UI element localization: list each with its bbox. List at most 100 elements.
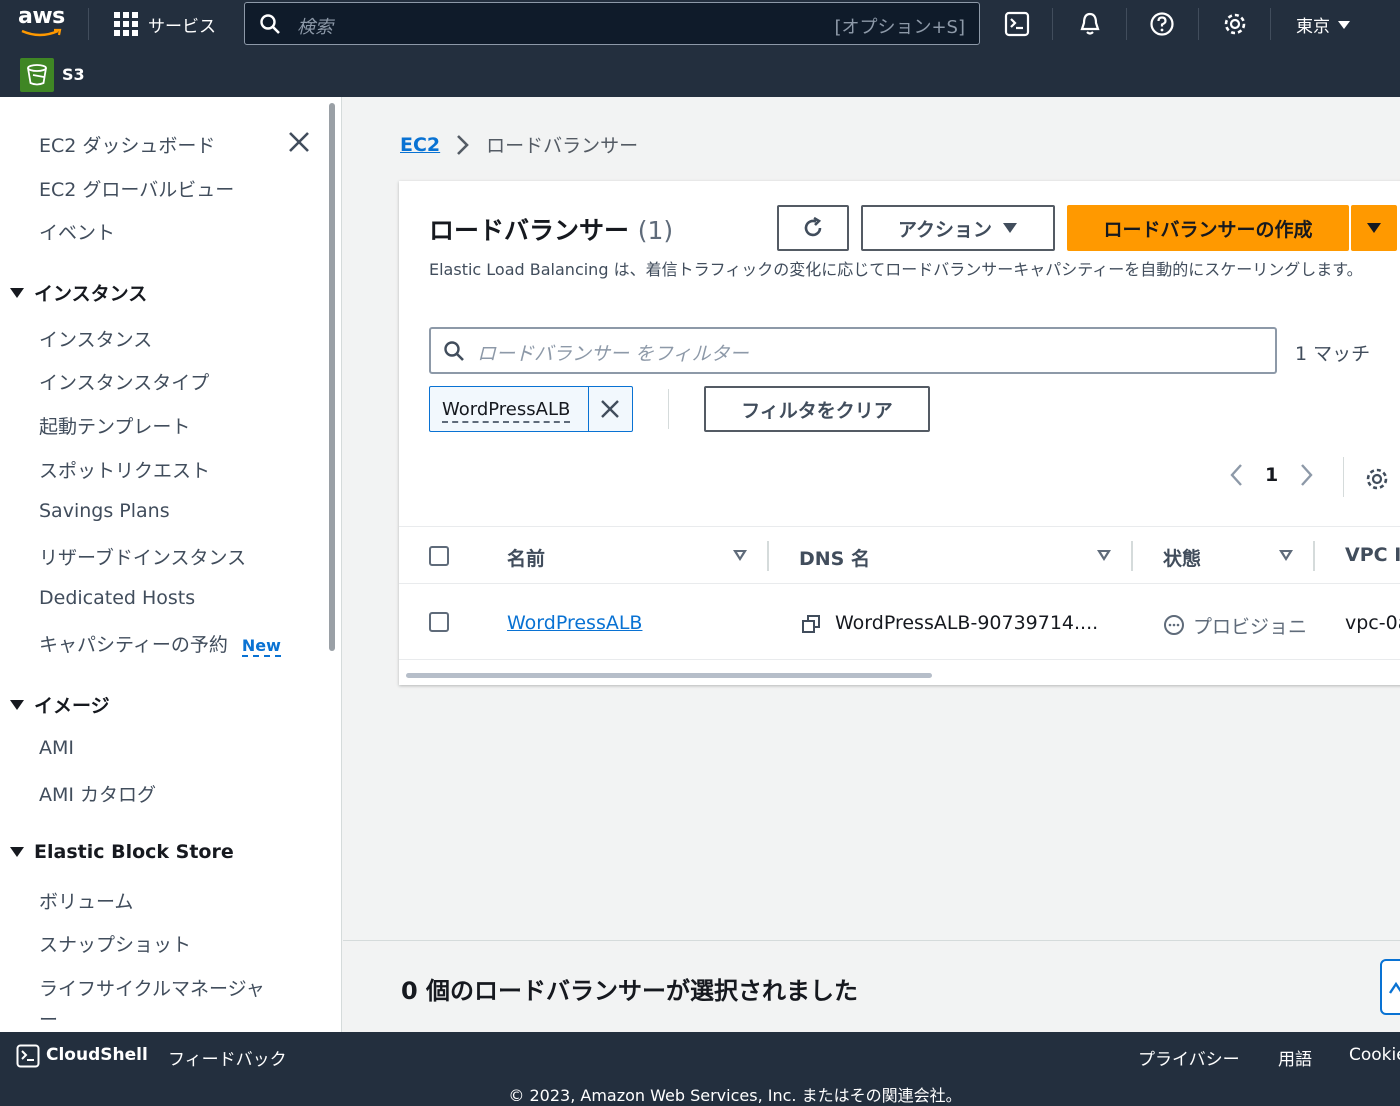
aws-logo[interactable]: aws — [18, 6, 66, 40]
pagination: 1 — [1229, 463, 1314, 487]
notifications-button[interactable] — [1076, 10, 1104, 38]
sidebar-item-spot-requests[interactable]: スポットリクエスト — [39, 456, 210, 483]
caret-down-icon — [10, 847, 24, 857]
top-navigation: aws サービス 検索 [オプション+S] 東京 S3 — [0, 0, 1400, 97]
favorites-bar: S3 — [0, 52, 1400, 96]
sidebar-section-instances[interactable]: インスタンス — [10, 279, 147, 306]
s3-favorite-label[interactable]: S3 — [62, 65, 85, 84]
cloudshell-icon — [1004, 11, 1030, 37]
sidebar-item-lifecycle-manager-wrap[interactable]: ー — [39, 1005, 58, 1032]
services-menu-button[interactable]: サービス — [114, 10, 216, 38]
footer-cookie-link[interactable]: Cookie — [1349, 1045, 1400, 1065]
sidebar-item-ami[interactable]: AMI — [39, 737, 74, 759]
table-row[interactable]: WordPressALB WordPressALB-90739714.... プ… — [399, 584, 1400, 660]
close-icon[interactable] — [598, 397, 622, 421]
caret-down-icon — [10, 287, 24, 298]
search-icon — [260, 14, 280, 34]
sidebar-item-events[interactable]: イベント — [39, 218, 115, 245]
copy-icon[interactable] — [801, 614, 821, 634]
pagination-divider — [1343, 457, 1344, 497]
nav-divider — [1126, 8, 1127, 40]
region-selector[interactable]: 東京 — [1296, 12, 1350, 37]
refresh-button[interactable] — [777, 205, 849, 251]
panel-description: Elastic Load Balancing は、着信トラフィックの変化に応じて… — [429, 260, 1363, 279]
sort-icon[interactable] — [733, 550, 747, 561]
sidebar-item-volumes[interactable]: ボリューム — [39, 887, 133, 914]
token-divider — [588, 387, 589, 431]
region-label: 東京 — [1296, 17, 1330, 37]
column-resizer[interactable] — [1131, 541, 1133, 571]
footer-privacy-link[interactable]: プライバシー — [1138, 1045, 1240, 1070]
select-all-checkbox[interactable] — [429, 546, 449, 566]
sort-icon[interactable] — [1097, 550, 1111, 561]
nav-divider — [1052, 8, 1053, 40]
dns-name-value: WordPressALB-90739714.... — [835, 612, 1099, 634]
horizontal-scrollbar[interactable] — [406, 673, 932, 678]
sort-icon[interactable] — [1279, 550, 1293, 561]
column-resizer[interactable] — [767, 541, 769, 571]
breadcrumb-current: ロードバランサー — [486, 135, 639, 157]
footer-terms-link[interactable]: 用語 — [1278, 1045, 1312, 1070]
panel-count: (1) — [637, 216, 674, 245]
load-balancer-name-link[interactable]: WordPressALB — [507, 612, 642, 634]
search-placeholder: 検索 — [297, 17, 333, 38]
column-header-dns[interactable]: DNS 名 — [799, 544, 870, 571]
panel-title: ロードバランサー (1) — [429, 211, 673, 247]
column-resizer[interactable] — [1313, 541, 1315, 571]
sidebar-section-label: イメージ — [34, 695, 110, 717]
chevron-left-icon[interactable] — [1229, 463, 1243, 487]
bell-icon — [1080, 12, 1100, 35]
current-page[interactable]: 1 — [1265, 464, 1278, 486]
sidebar-item-savings-plans[interactable]: Savings Plans — [39, 500, 170, 522]
create-options-dropdown[interactable] — [1351, 205, 1397, 251]
sidebar-item-reserved-instances[interactable]: リザーブドインスタンス — [39, 543, 246, 570]
top-nav-row: aws サービス 検索 [オプション+S] 東京 — [0, 0, 1400, 48]
token-group-divider — [668, 389, 669, 429]
split-panel-toggle-button[interactable] — [1380, 959, 1400, 1015]
sidebar-section-images[interactable]: イメージ — [10, 691, 110, 718]
chevron-right-icon[interactable] — [1300, 463, 1314, 487]
help-button[interactable] — [1148, 10, 1176, 38]
footer-feedback-link[interactable]: フィードバック — [168, 1045, 287, 1070]
global-search-input[interactable]: 検索 [オプション+S] — [244, 2, 980, 45]
filter-token-label[interactable]: WordPressALB — [442, 399, 571, 423]
sidebar-item-snapshots[interactable]: スナップショット — [39, 930, 191, 957]
nav-divider — [1198, 8, 1199, 40]
sidebar-scrollbar[interactable] — [329, 103, 335, 651]
sidebar-item-instances[interactable]: インスタンス — [39, 325, 152, 352]
cloudshell-button[interactable] — [1003, 10, 1031, 38]
create-load-balancer-button[interactable]: ロードバランサーの作成 — [1067, 205, 1349, 251]
s3-favorite-button[interactable] — [20, 58, 54, 92]
new-badge: New — [241, 636, 281, 657]
nav-divider — [88, 8, 89, 40]
sidebar-item-dedicated-hosts[interactable]: Dedicated Hosts — [39, 587, 195, 609]
footer-cloudshell-link[interactable]: CloudShell — [46, 1045, 148, 1065]
sidebar-item-ec2-global-view[interactable]: EC2 グローバルビュー — [39, 175, 234, 202]
sidebar-section-ebs[interactable]: Elastic Block Store — [10, 841, 234, 863]
clear-filter-button[interactable]: フィルタをクリア — [704, 386, 930, 432]
row-checkbox[interactable] — [429, 612, 449, 632]
sidebar-item-ec2-dashboard[interactable]: EC2 ダッシュボード — [39, 131, 215, 158]
close-icon[interactable] — [286, 129, 312, 155]
breadcrumb-ec2-link[interactable]: EC2 — [400, 134, 440, 156]
load-balancers-panel: ロードバランサー (1) アクション ロードバランサーの作成 Elastic L… — [399, 181, 1400, 685]
filter-input[interactable]: ロードバランサー をフィルター — [429, 327, 1277, 374]
sidebar-item-launch-templates[interactable]: 起動テンプレート — [39, 412, 190, 439]
column-header-name[interactable]: 名前 — [507, 544, 545, 571]
pending-status-icon — [1164, 615, 1184, 635]
sidebar-item-lifecycle-manager[interactable]: ライフサイクルマネージャ — [39, 974, 265, 1001]
settings-button[interactable] — [1221, 10, 1249, 38]
cloudshell-icon[interactable] — [16, 1044, 40, 1068]
gear-icon[interactable] — [1364, 466, 1390, 492]
sidebar-item-instance-types[interactable]: インスタンスタイプ — [39, 368, 209, 395]
s3-bucket-icon — [27, 64, 47, 86]
column-header-vpc[interactable]: VPC ID — [1345, 544, 1400, 566]
search-shortcut-hint: [オプション+S] — [834, 17, 965, 38]
sidebar-item-capacity-reservations[interactable]: キャパシティーの予約 New — [39, 630, 281, 657]
caret-down-icon — [1367, 223, 1381, 233]
panel-title-text: ロードバランサー — [429, 216, 630, 245]
actions-dropdown-button[interactable]: アクション — [861, 205, 1055, 251]
column-header-state[interactable]: 状態 — [1163, 544, 1201, 571]
sidebar-item-ami-catalog[interactable]: AMI カタログ — [39, 780, 156, 807]
sidebar-section-label: Elastic Block Store — [34, 841, 234, 863]
